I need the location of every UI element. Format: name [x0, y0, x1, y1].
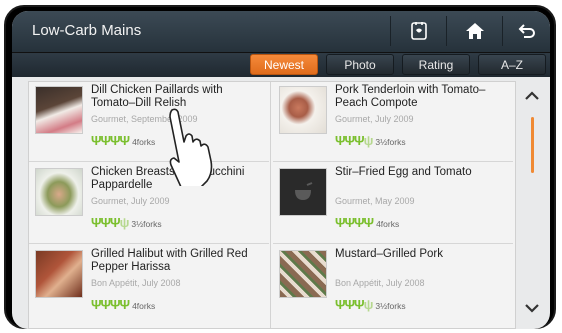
- column-divider: [270, 82, 271, 328]
- recipe-item[interactable]: Stir–Fried Egg and Tomato Gourmet, May 2…: [273, 164, 513, 244]
- recipe-source: Gourmet, May 2009: [335, 196, 415, 206]
- recipe-source: Gourmet, July 2009: [91, 196, 170, 206]
- home-icon: [466, 23, 484, 39]
- recipe-source: Bon Appétit, July 2008: [335, 278, 425, 288]
- recipe-item[interactable]: Chicken Breasts with Zucchini Pappardell…: [29, 164, 269, 244]
- rating-label: 4forks: [376, 219, 400, 229]
- scroll-column: [514, 81, 550, 327]
- recipe-item[interactable]: Pork Tenderloin with Tomato–Peach Compot…: [273, 82, 513, 162]
- app-screen: Low-Carb Mains Newest Photo Rating A–Z D…: [12, 11, 550, 329]
- recipe-list: Dill Chicken Paillards with Tomato–Dill …: [28, 81, 516, 329]
- rating-label: 4forks: [132, 301, 156, 311]
- half-fork-icon: ψ: [119, 215, 130, 230]
- recipe-thumbnail: [279, 86, 327, 134]
- recipe-thumbnail: [279, 250, 327, 298]
- recipe-source: Gourmet, July 2009: [335, 114, 414, 124]
- recipe-title: Mustard–Grilled Pork: [335, 248, 444, 260]
- rating-label: 3½forks: [375, 301, 406, 311]
- tab-photo[interactable]: Photo: [326, 54, 394, 75]
- tab-a-z[interactable]: A–Z: [478, 54, 546, 75]
- recipe-title: Pork Tenderloin with Tomato–Peach Compot…: [335, 84, 486, 109]
- fork-rating-icon: ΨΨΨΨ: [335, 215, 374, 230]
- title-bar: Low-Carb Mains: [12, 11, 550, 53]
- recipe-thumbnail: [35, 168, 83, 216]
- recipe-title: Dill Chicken Paillards with Tomato–Dill …: [91, 84, 223, 109]
- half-fork-icon: ψ: [363, 297, 374, 312]
- back-button[interactable]: [502, 16, 550, 46]
- recipe-rating: ΨΨΨΨ 4forks: [335, 216, 399, 229]
- recipe-rating: ΨΨΨΨ 4forks: [91, 298, 155, 311]
- tab-newest[interactable]: Newest: [250, 54, 318, 75]
- sort-tab-bar: Newest Photo Rating A–Z: [12, 53, 550, 77]
- recipe-thumbnail: [35, 250, 83, 298]
- no-photo-pot-icon: [295, 182, 313, 200]
- recipe-title: Stir–Fried Egg and Tomato: [335, 166, 472, 178]
- recipe-rating: ΨΨΨ ψ 3½forks: [335, 134, 406, 147]
- recipe-thumbnail: [35, 86, 83, 134]
- tab-rating[interactable]: Rating: [402, 54, 470, 75]
- recipe-item[interactable]: Dill Chicken Paillards with Tomato–Dill …: [29, 82, 269, 162]
- recipe-item[interactable]: Grilled Halibut with Grilled Red Pepper …: [29, 246, 269, 326]
- recipe-rating: ΨΨΨ ψ 3½forks: [335, 298, 406, 311]
- recipe-card-icon: [411, 22, 427, 40]
- recipe-title: Grilled Halibut with Grilled Red Pepper …: [91, 248, 248, 273]
- recipe-source: Bon Appétit, July 2008: [91, 278, 181, 288]
- rating-label: 3½forks: [375, 137, 406, 147]
- fork-rating-icon: ΨΨΨ: [335, 133, 365, 148]
- recipe-thumbnail-placeholder: [279, 168, 327, 216]
- scroll-up-icon[interactable]: [524, 91, 540, 101]
- page-title: Low-Carb Mains: [32, 22, 142, 39]
- rating-label: 3½forks: [131, 219, 162, 229]
- fork-rating-icon: ΨΨΨ: [335, 297, 365, 312]
- fork-rating-icon: ΨΨΨ: [91, 215, 121, 230]
- recipe-card-button[interactable]: [390, 16, 447, 46]
- recipe-rating: ΨΨΨΨ 4forks: [91, 134, 155, 147]
- fork-rating-icon: ΨΨΨΨ: [91, 297, 130, 312]
- recipe-item[interactable]: Mustard–Grilled Pork Bon Appétit, July 2…: [273, 246, 513, 326]
- half-fork-icon: ψ: [363, 133, 374, 148]
- scroll-down-icon[interactable]: [524, 303, 540, 313]
- back-icon: [518, 24, 535, 38]
- fork-rating-icon: ΨΨΨΨ: [91, 133, 130, 148]
- home-button[interactable]: [446, 16, 503, 46]
- recipe-rating: ΨΨΨ ψ 3½forks: [91, 216, 162, 229]
- rating-label: 4forks: [132, 137, 156, 147]
- touch-hand-icon: [169, 108, 213, 186]
- scrollbar-thumb[interactable]: [531, 117, 534, 173]
